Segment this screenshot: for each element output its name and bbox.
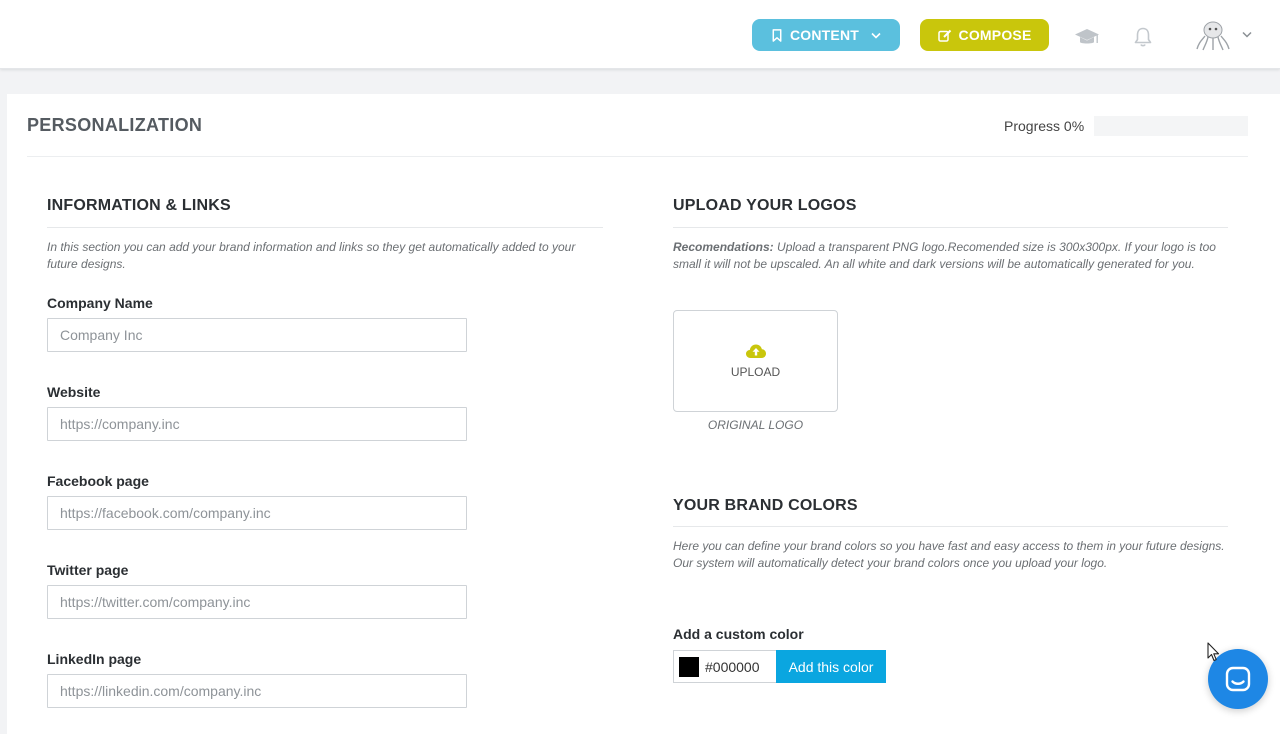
content-button[interactable]: CONTENT: [752, 19, 900, 51]
compose-button[interactable]: COMPOSE: [920, 19, 1049, 51]
custom-color-value: #000000: [705, 658, 760, 675]
top-bar: CONTENT COMPOSE: [0, 0, 1280, 69]
custom-color-row: #000000 Add this color: [673, 650, 886, 683]
website-input[interactable]: [47, 407, 467, 441]
twitter-page-label: Twitter page: [47, 562, 129, 578]
logos-section-title: UPLOAD YOUR LOGOS: [673, 197, 857, 214]
mouse-cursor-icon: [1207, 642, 1220, 662]
bookmark-icon: [772, 28, 782, 42]
original-logo-caption: ORIGINAL LOGO: [707, 418, 804, 432]
personalization-card: PERSONALIZATION Progress 0% INFORMATION …: [7, 94, 1280, 734]
custom-color-input[interactable]: #000000: [673, 650, 776, 683]
chevron-down-icon[interactable]: [1242, 31, 1252, 38]
content-button-label: CONTENT: [789, 27, 860, 43]
avatar[interactable]: [1196, 20, 1230, 52]
chevron-down-icon: [871, 32, 881, 39]
company-name-label: Company Name: [47, 295, 153, 311]
compose-button-label: COMPOSE: [958, 27, 1032, 43]
cloud-upload-icon: [745, 344, 766, 358]
color-swatch[interactable]: [679, 656, 699, 677]
company-name-input[interactable]: [47, 318, 467, 352]
divider: [673, 526, 1228, 527]
facebook-page-input[interactable]: [47, 496, 467, 530]
info-section-title: INFORMATION & LINKS: [47, 197, 231, 214]
divider: [47, 227, 603, 228]
recommendations-label: Recomendations:: [673, 240, 774, 254]
website-label: Website: [47, 384, 101, 400]
progress-bar: [1094, 116, 1248, 136]
info-section-note: In this section you can add your brand i…: [47, 240, 576, 271]
linkedin-page-input[interactable]: [47, 674, 467, 708]
facebook-page-label: Facebook page: [47, 473, 149, 489]
add-color-button[interactable]: Add this color: [776, 650, 886, 683]
twitter-page-input[interactable]: [47, 585, 467, 619]
brand-colors-section-title: YOUR BRAND COLORS: [673, 497, 858, 514]
divider: [673, 227, 1228, 228]
page-title: PERSONALIZATION: [27, 115, 203, 135]
edit-icon: [937, 29, 951, 42]
logos-section-note: Recomendations: Upload a transparent PNG…: [673, 239, 1229, 273]
upload-label: UPLOAD: [730, 365, 781, 379]
upload-logo-button[interactable]: UPLOAD: [673, 310, 838, 412]
chat-icon: [1225, 666, 1251, 692]
divider: [27, 156, 1248, 157]
progress-label: Progress 0%: [1004, 118, 1085, 134]
bell-icon[interactable]: [1133, 26, 1153, 48]
custom-color-label: Add a custom color: [673, 626, 804, 642]
linkedin-page-label: LinkedIn page: [47, 651, 142, 667]
brand-colors-note: Here you can define your brand colors so…: [673, 539, 1225, 570]
graduation-cap-icon[interactable]: [1074, 27, 1100, 47]
